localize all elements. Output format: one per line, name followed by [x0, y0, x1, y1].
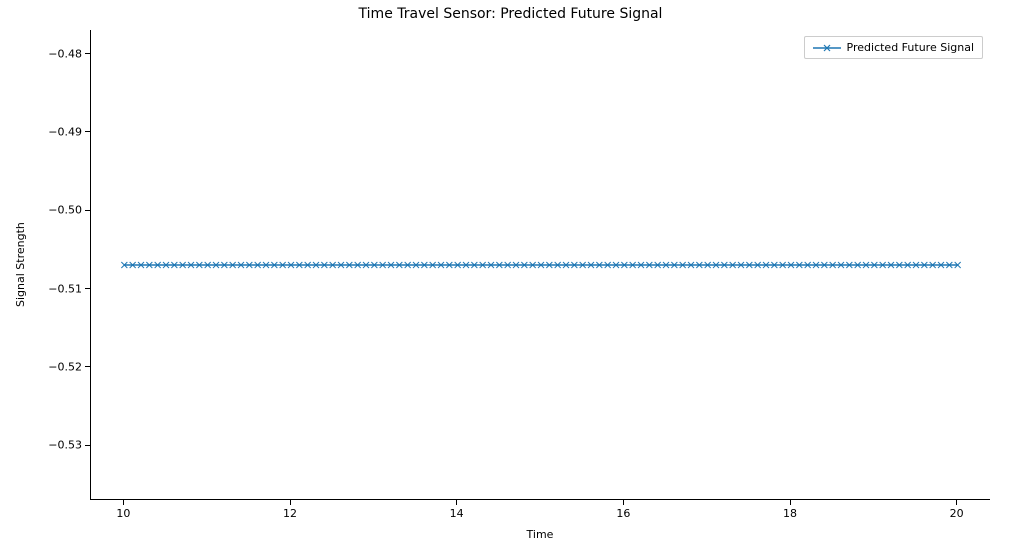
x-tick-mark	[290, 500, 291, 505]
x-tick-label: 20	[950, 507, 964, 520]
x-tick-mark	[123, 500, 124, 505]
legend-label: Predicted Future Signal	[847, 41, 974, 54]
y-tick-label: −0.53	[28, 439, 82, 452]
x-tick-mark	[623, 500, 624, 505]
x-tick-mark	[790, 500, 791, 505]
y-tick-mark	[85, 131, 90, 132]
data-series-svg	[91, 30, 990, 499]
y-axis-label: Signal Strength	[14, 30, 27, 500]
legend: Predicted Future Signal	[804, 36, 983, 59]
y-tick-label: −0.49	[28, 125, 82, 138]
x-tick-label: 16	[616, 507, 630, 520]
y-tick-mark	[85, 53, 90, 54]
x-tick-label: 12	[283, 507, 297, 520]
plot-area	[90, 30, 990, 500]
y-tick-mark	[85, 445, 90, 446]
y-tick-label: −0.48	[28, 47, 82, 60]
y-tick-label: −0.52	[28, 360, 82, 373]
x-tick-mark	[956, 500, 957, 505]
x-tick-label: 18	[783, 507, 797, 520]
y-tick-mark	[85, 366, 90, 367]
y-tick-label: −0.50	[28, 204, 82, 217]
x-tick-mark	[456, 500, 457, 505]
chart-title: Time Travel Sensor: Predicted Future Sig…	[0, 6, 1021, 22]
x-tick-label: 14	[450, 507, 464, 520]
legend-line-sample	[813, 47, 841, 49]
x-tick-label: 10	[116, 507, 130, 520]
y-tick-mark	[85, 210, 90, 211]
x-axis-label: Time	[90, 528, 990, 541]
y-tick-mark	[85, 288, 90, 289]
y-tick-label: −0.51	[28, 282, 82, 295]
